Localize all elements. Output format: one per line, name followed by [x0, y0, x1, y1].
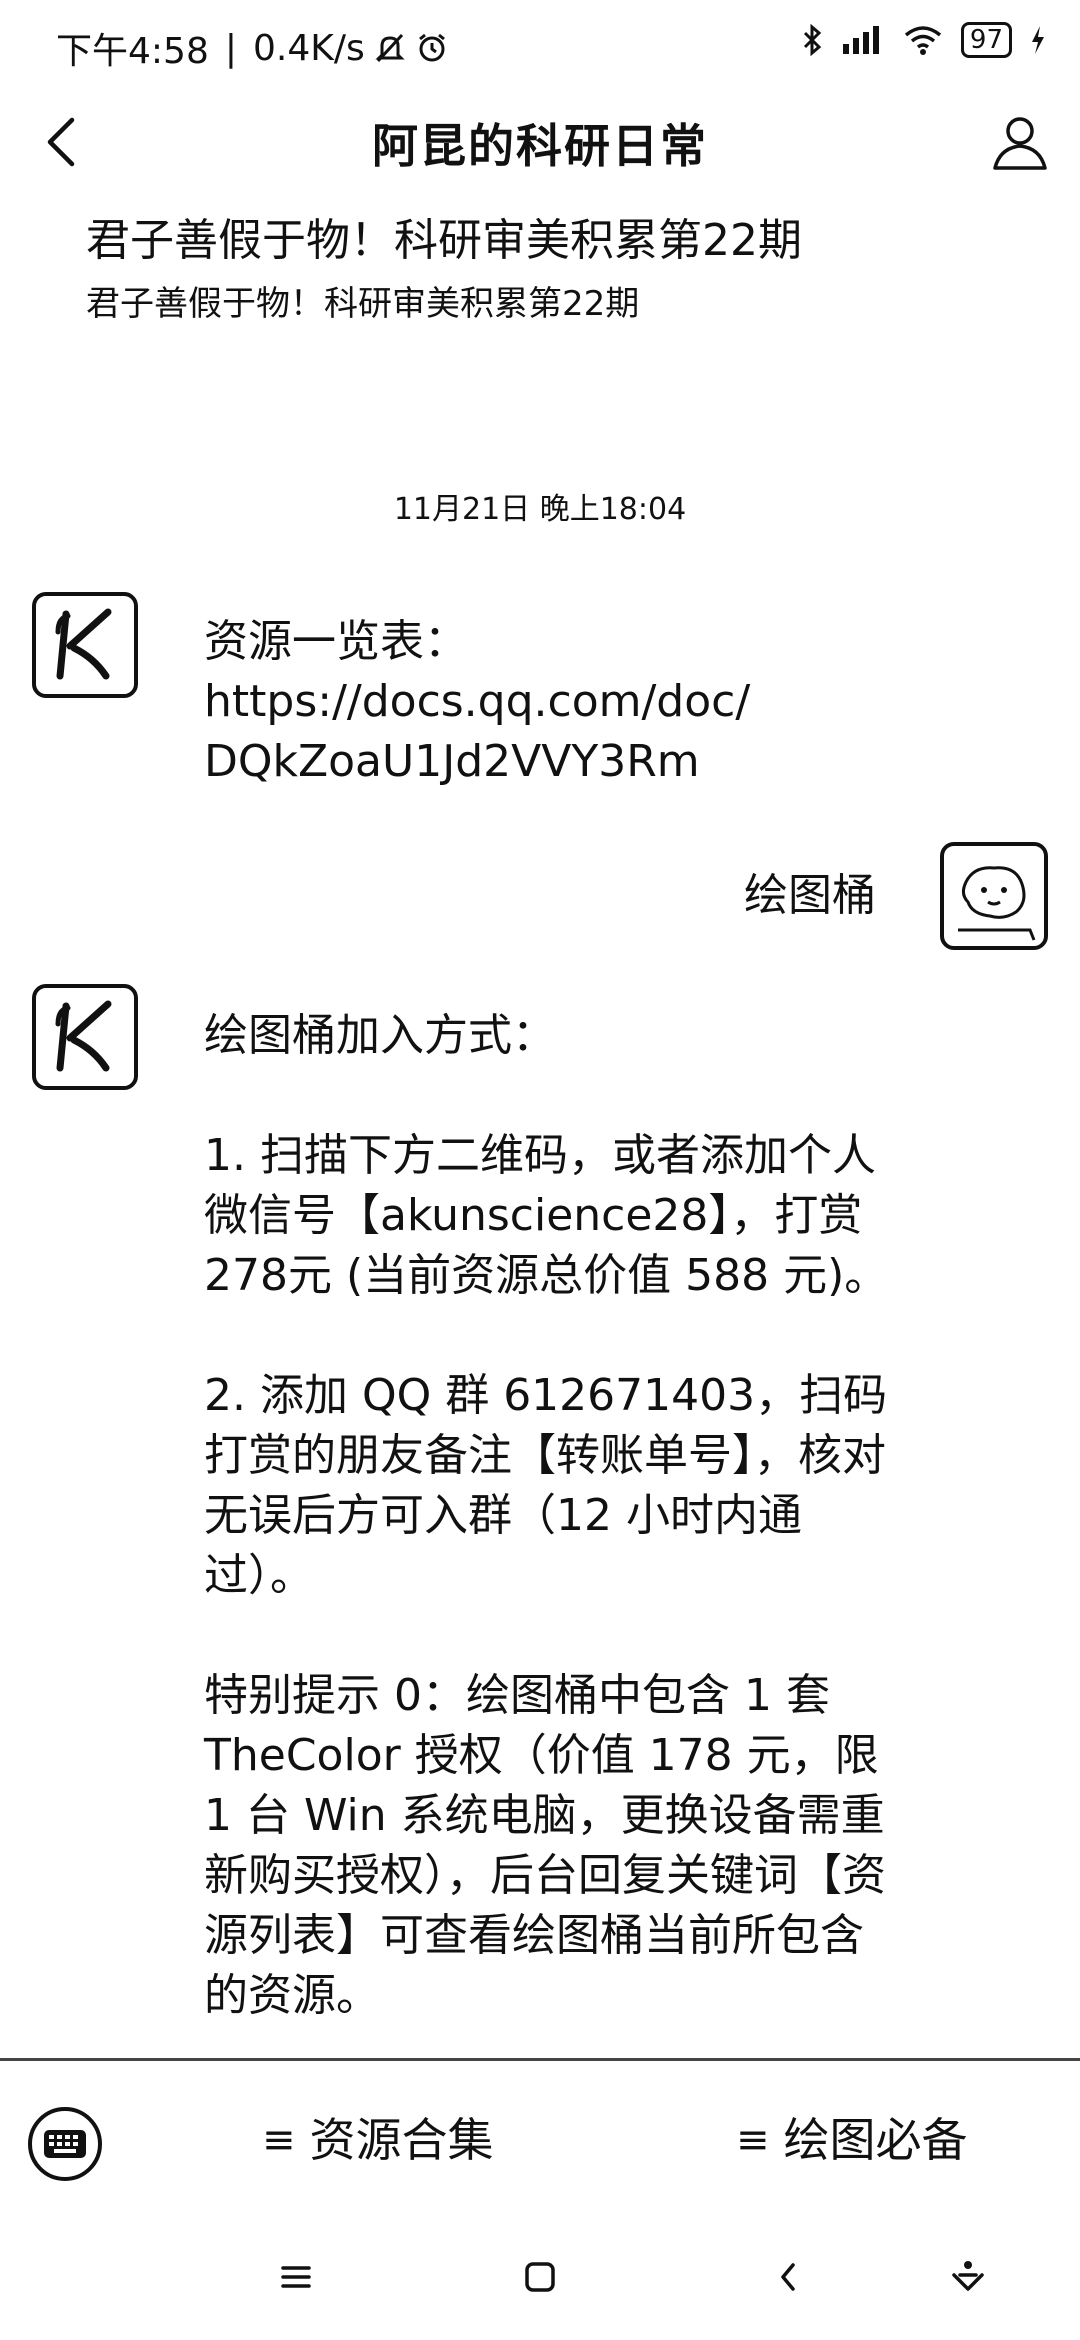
instructions-note: 特别提示 0：绘图桶中包含 1 套 TheColor 授权（价值 178 元，限…: [204, 1670, 886, 2021]
person-icon: [993, 117, 1047, 170]
resource-link[interactable]: https://docs.qq.com/doc/: [204, 672, 904, 732]
k-logo-icon: [55, 1000, 112, 1072]
status-separator: |: [224, 27, 237, 69]
menu-resource-collection[interactable]: ≡ 资源合集: [262, 2105, 494, 2175]
article-title: 君子善假于物！科研审美积累第22期: [86, 215, 802, 266]
menu-item-label: 资源合集: [309, 2113, 494, 2167]
status-network-speed: 0.4K/s: [252, 27, 365, 69]
menu-item-label: 绘图必备: [783, 2113, 968, 2167]
page-title: 阿昆的科研日常: [372, 119, 708, 173]
profile-button[interactable]: [984, 106, 1056, 178]
wifi-icon: [903, 24, 943, 56]
status-left: 下午4:58 | 0.4K/s: [56, 22, 449, 74]
official-account-avatar[interactable]: [32, 984, 138, 1090]
recent-apps-button[interactable]: [266, 2247, 326, 2307]
bluetooth-icon: [801, 23, 823, 57]
status-bar: 下午4:58 | 0.4K/s 97: [0, 0, 1080, 92]
bottom-menu-bar: ≡ 资源合集 ≡ 绘图必备: [0, 2061, 1080, 2211]
message-line: 资源一览表：: [204, 616, 468, 667]
k-logo-icon: [55, 608, 112, 680]
square-icon: [525, 2262, 555, 2292]
cartoon-avatar-icon: [958, 866, 1036, 941]
status-time: 下午4:58: [56, 31, 209, 72]
system-navigation-bar: [0, 2211, 1080, 2340]
message-join-instructions: 绘图桶加入方式： 1. 扫描下方二维码，或者添加个人微信号【akunscienc…: [204, 1006, 904, 2026]
home-button[interactable]: [510, 2247, 570, 2307]
mute-bell-icon: [373, 31, 407, 65]
nav-bar: 阿昆的科研日常: [0, 92, 1080, 192]
article-card[interactable]: 君子善假于物！科研审美积累第22期 君子善假于物！科研审美积累第22期: [86, 210, 986, 330]
alarm-icon: [415, 31, 449, 65]
menu-lines-icon: ≡: [736, 2117, 770, 2163]
keyboard-icon: [44, 2130, 86, 2158]
message-resource-list: 资源一览表： https://docs.qq.com/doc/ DQkZoaU1…: [204, 612, 904, 792]
keyboard-toggle-button[interactable]: [28, 2107, 102, 2181]
signal-icon: [841, 24, 885, 56]
article-subtitle: 君子善假于物！科研审美积累第22期: [86, 284, 640, 324]
battery-indicator: 97: [960, 22, 1012, 58]
menu-lines-icon: ≡: [262, 2117, 296, 2163]
system-back-button[interactable]: [758, 2247, 818, 2307]
hamburger-icon: [281, 2266, 311, 2288]
status-right: 97: [801, 22, 1046, 58]
chevron-left-icon: [781, 2263, 795, 2291]
accessibility-icon: [952, 2261, 984, 2291]
user-message: 绘图桶: [744, 870, 876, 921]
menu-drawing-essentials[interactable]: ≡ 绘图必备: [736, 2105, 968, 2175]
assistant-button[interactable]: [938, 2247, 998, 2307]
instructions-step-1: 1. 扫描下方二维码，或者添加个人微信号【akunscience28】，打赏27…: [204, 1130, 889, 1301]
instructions-step-2: 2. 添加 QQ 群 612671403，扫码打赏的朋友备注【转账单号】，核对无…: [204, 1370, 888, 1601]
user-avatar[interactable]: [940, 842, 1048, 950]
message-timestamp: 11月21日 晚上18:04: [393, 492, 687, 527]
charging-icon: [1030, 25, 1046, 55]
official-account-avatar[interactable]: [32, 592, 138, 698]
instructions-heading: 绘图桶加入方式：: [204, 1010, 556, 1061]
resource-link-continued[interactable]: DQkZoaU1Jd2VVY3Rm: [204, 732, 904, 792]
